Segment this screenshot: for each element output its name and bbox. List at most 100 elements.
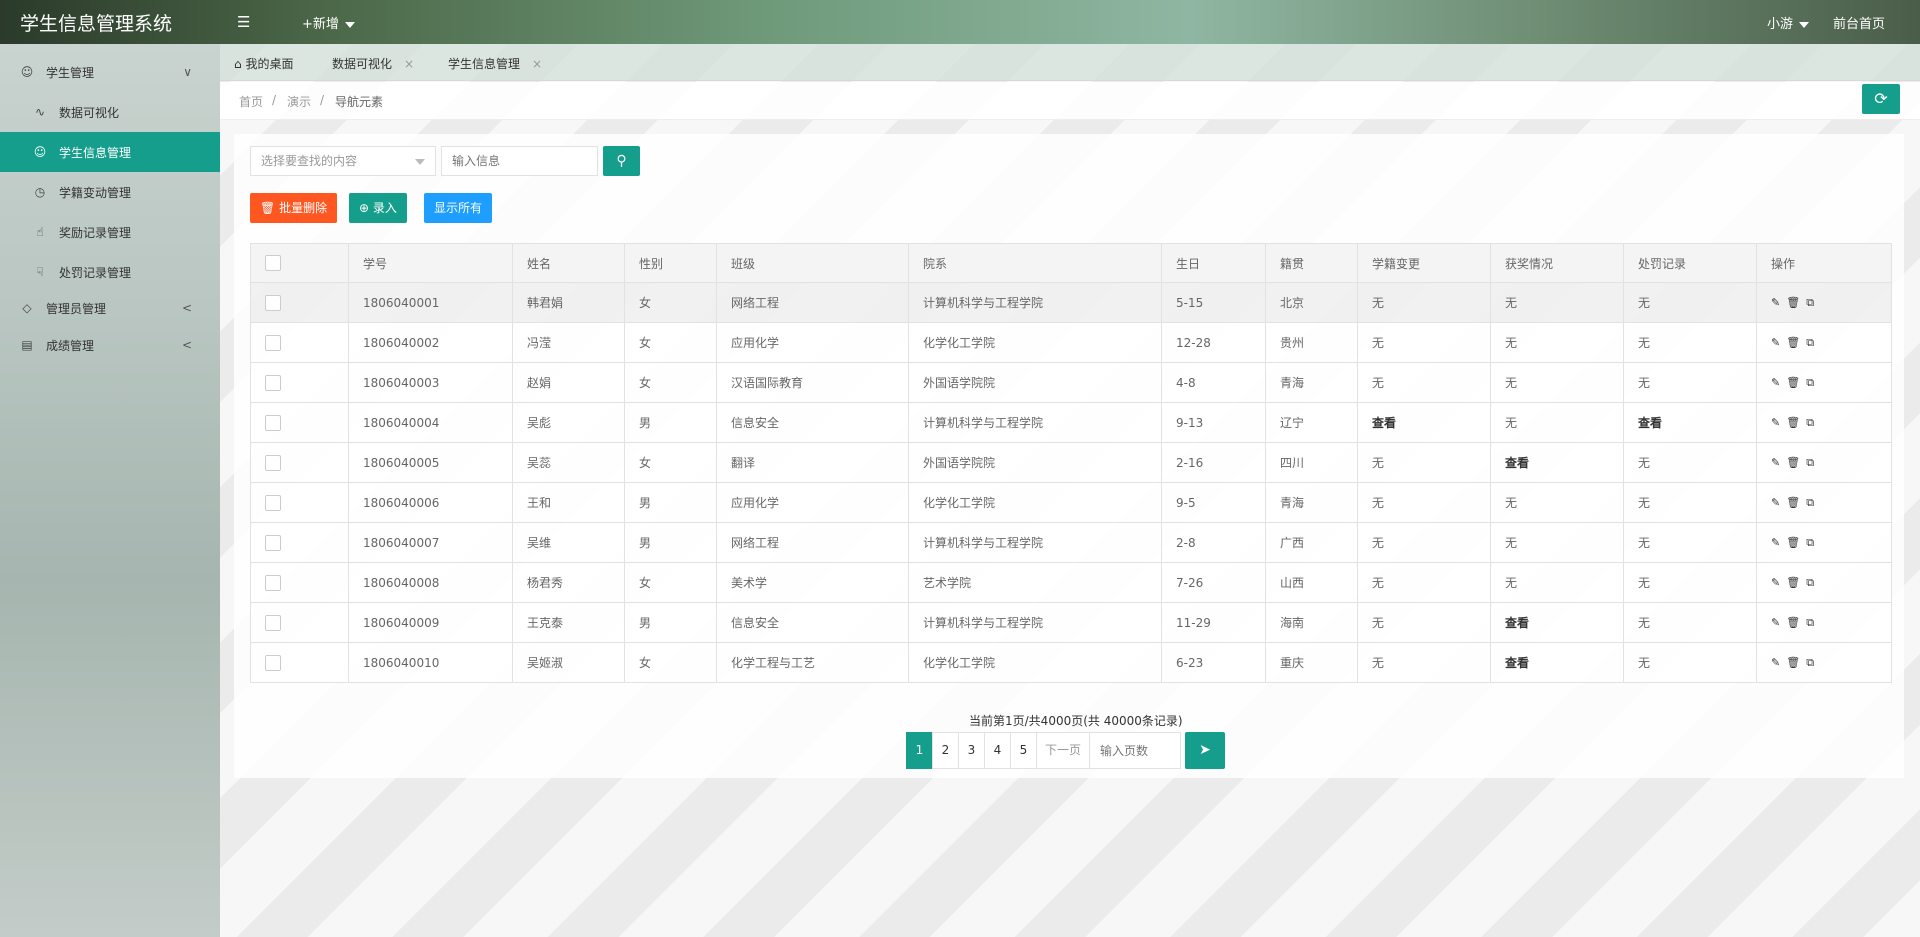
table-cell: 网络工程 xyxy=(716,282,909,323)
view-link[interactable]: 查看 xyxy=(1490,602,1624,643)
edit-icon[interactable]: ✎ xyxy=(1771,576,1780,589)
select-all-checkbox[interactable] xyxy=(265,255,281,271)
close-icon[interactable]: × xyxy=(404,57,414,71)
row-select-cell[interactable] xyxy=(250,442,349,483)
row-select-cell[interactable] xyxy=(250,602,349,643)
tab-student-info[interactable]: 学生信息管理 × xyxy=(448,55,542,72)
copy-icon[interactable]: ⧉ xyxy=(1806,536,1814,549)
row-checkbox[interactable] xyxy=(265,334,281,351)
sidebar-item-student-management[interactable]: ☺ 学生管理 ∨ xyxy=(0,52,220,92)
page-button[interactable]: 5 xyxy=(1010,732,1037,769)
front-home-link[interactable]: 前台首页 xyxy=(1833,13,1885,32)
row-checkbox[interactable] xyxy=(265,654,281,671)
row-select-cell[interactable] xyxy=(250,522,349,563)
sidebar-item-grade-management[interactable]: ▤ 成绩管理 < xyxy=(0,325,220,365)
copy-icon[interactable]: ⧉ xyxy=(1806,416,1814,429)
add-record-button[interactable]: ⊕ 录入 xyxy=(349,193,407,223)
search-button[interactable]: ⚲ xyxy=(603,146,640,176)
sidebar-item-data-visualization[interactable]: ∿ 数据可视化 xyxy=(0,92,220,132)
delete-icon[interactable]: 🗑 xyxy=(1786,576,1800,589)
hamburger-icon[interactable]: ☰ xyxy=(237,13,250,31)
add-new-menu[interactable]: +新增 xyxy=(302,13,355,32)
row-checkbox[interactable] xyxy=(265,374,281,391)
show-all-button[interactable]: 显示所有 xyxy=(424,193,493,223)
batch-delete-button[interactable]: 🗑 批量删除 xyxy=(250,193,338,223)
copy-icon[interactable]: ⧉ xyxy=(1806,376,1814,389)
sidebar-item-rewards[interactable]: ☝ 奖励记录管理 xyxy=(0,212,220,252)
table-cell: 化学化工学院 xyxy=(908,322,1162,363)
edit-icon[interactable]: ✎ xyxy=(1771,456,1780,469)
table-cell: 男 xyxy=(624,522,717,563)
select-all-cell[interactable] xyxy=(250,243,349,283)
row-select-cell[interactable] xyxy=(250,642,349,683)
view-link[interactable]: 查看 xyxy=(1490,642,1624,683)
next-page-button[interactable]: 下一页 xyxy=(1036,732,1091,769)
row-select-cell[interactable] xyxy=(250,282,349,323)
view-link[interactable]: 查看 xyxy=(1490,442,1624,483)
view-link[interactable]: 查看 xyxy=(1357,402,1491,443)
delete-icon[interactable]: 🗑 xyxy=(1786,376,1800,389)
delete-icon[interactable]: 🗑 xyxy=(1786,616,1800,629)
edit-icon[interactable]: ✎ xyxy=(1771,656,1780,669)
edit-icon[interactable]: ✎ xyxy=(1771,496,1780,509)
tab-data-visualization[interactable]: 数据可视化 × xyxy=(332,55,414,72)
delete-icon[interactable]: 🗑 xyxy=(1786,456,1800,469)
column-header: 操作 xyxy=(1756,243,1892,283)
page-number-input[interactable] xyxy=(1089,732,1182,769)
delete-icon[interactable]: 🗑 xyxy=(1786,336,1800,349)
row-select-cell[interactable] xyxy=(250,402,349,443)
row-select-cell[interactable] xyxy=(250,362,349,403)
row-checkbox[interactable] xyxy=(265,574,281,591)
page-button-current[interactable]: 1 xyxy=(906,732,933,769)
delete-icon[interactable]: 🗑 xyxy=(1786,536,1800,549)
refresh-button[interactable]: ⟳ xyxy=(1862,84,1900,114)
chevron-left-icon: < xyxy=(181,301,192,315)
copy-icon[interactable]: ⧉ xyxy=(1806,656,1814,669)
copy-icon[interactable]: ⧉ xyxy=(1806,496,1814,509)
sidebar-item-admin-management[interactable]: ◇ 管理员管理 < xyxy=(0,288,220,328)
row-checkbox[interactable] xyxy=(265,534,281,551)
delete-icon[interactable]: 🗑 xyxy=(1786,296,1800,309)
edit-icon[interactable]: ✎ xyxy=(1771,536,1780,549)
edit-icon[interactable]: ✎ xyxy=(1771,336,1780,349)
breadcrumb-demo[interactable]: 演示 xyxy=(287,93,311,110)
table-cell: 无 xyxy=(1357,322,1491,363)
row-checkbox[interactable] xyxy=(265,294,281,311)
edit-icon[interactable]: ✎ xyxy=(1771,416,1780,429)
user-menu[interactable]: 小游 xyxy=(1767,13,1810,32)
tab-my-desktop[interactable]: ⌂ 我的桌面 xyxy=(234,55,293,72)
copy-icon[interactable]: ⧉ xyxy=(1806,296,1814,309)
row-checkbox[interactable] xyxy=(265,414,281,431)
copy-icon[interactable]: ⧉ xyxy=(1806,576,1814,589)
breadcrumb-home[interactable]: 首页 xyxy=(239,93,263,110)
page-button[interactable]: 2 xyxy=(932,732,959,769)
copy-icon[interactable]: ⧉ xyxy=(1806,456,1814,469)
row-select-cell[interactable] xyxy=(250,322,349,363)
column-header: 学籍变更 xyxy=(1357,243,1491,283)
row-select-cell[interactable] xyxy=(250,482,349,523)
edit-icon[interactable]: ✎ xyxy=(1771,376,1780,389)
sidebar-item-punishments[interactable]: ☟ 处罚记录管理 xyxy=(0,252,220,292)
edit-icon[interactable]: ✎ xyxy=(1771,616,1780,629)
table-cell: 无 xyxy=(1490,362,1624,403)
edit-icon[interactable]: ✎ xyxy=(1771,296,1780,309)
view-link[interactable]: 查看 xyxy=(1623,402,1757,443)
row-select-cell[interactable] xyxy=(250,562,349,603)
row-checkbox[interactable] xyxy=(265,494,281,511)
tab-label: 我的桌面 xyxy=(245,57,294,71)
copy-icon[interactable]: ⧉ xyxy=(1806,336,1814,349)
delete-icon[interactable]: 🗑 xyxy=(1786,656,1800,669)
row-checkbox[interactable] xyxy=(265,454,281,471)
delete-icon[interactable]: 🗑 xyxy=(1786,416,1800,429)
delete-icon[interactable]: 🗑 xyxy=(1786,496,1800,509)
sidebar-item-enrollment-changes[interactable]: ◷ 学籍变动管理 xyxy=(0,172,220,212)
page-button[interactable]: 4 xyxy=(984,732,1011,769)
search-input[interactable] xyxy=(441,146,598,176)
row-checkbox[interactable] xyxy=(265,614,281,631)
sidebar-item-student-info[interactable]: ☺ 学生信息管理 xyxy=(0,132,220,172)
close-icon[interactable]: × xyxy=(532,57,542,71)
copy-icon[interactable]: ⧉ xyxy=(1806,616,1814,629)
go-page-button[interactable]: ➤ xyxy=(1185,732,1226,769)
page-button[interactable]: 3 xyxy=(958,732,985,769)
search-field-select[interactable]: 选择要查找的内容 xyxy=(250,146,436,176)
